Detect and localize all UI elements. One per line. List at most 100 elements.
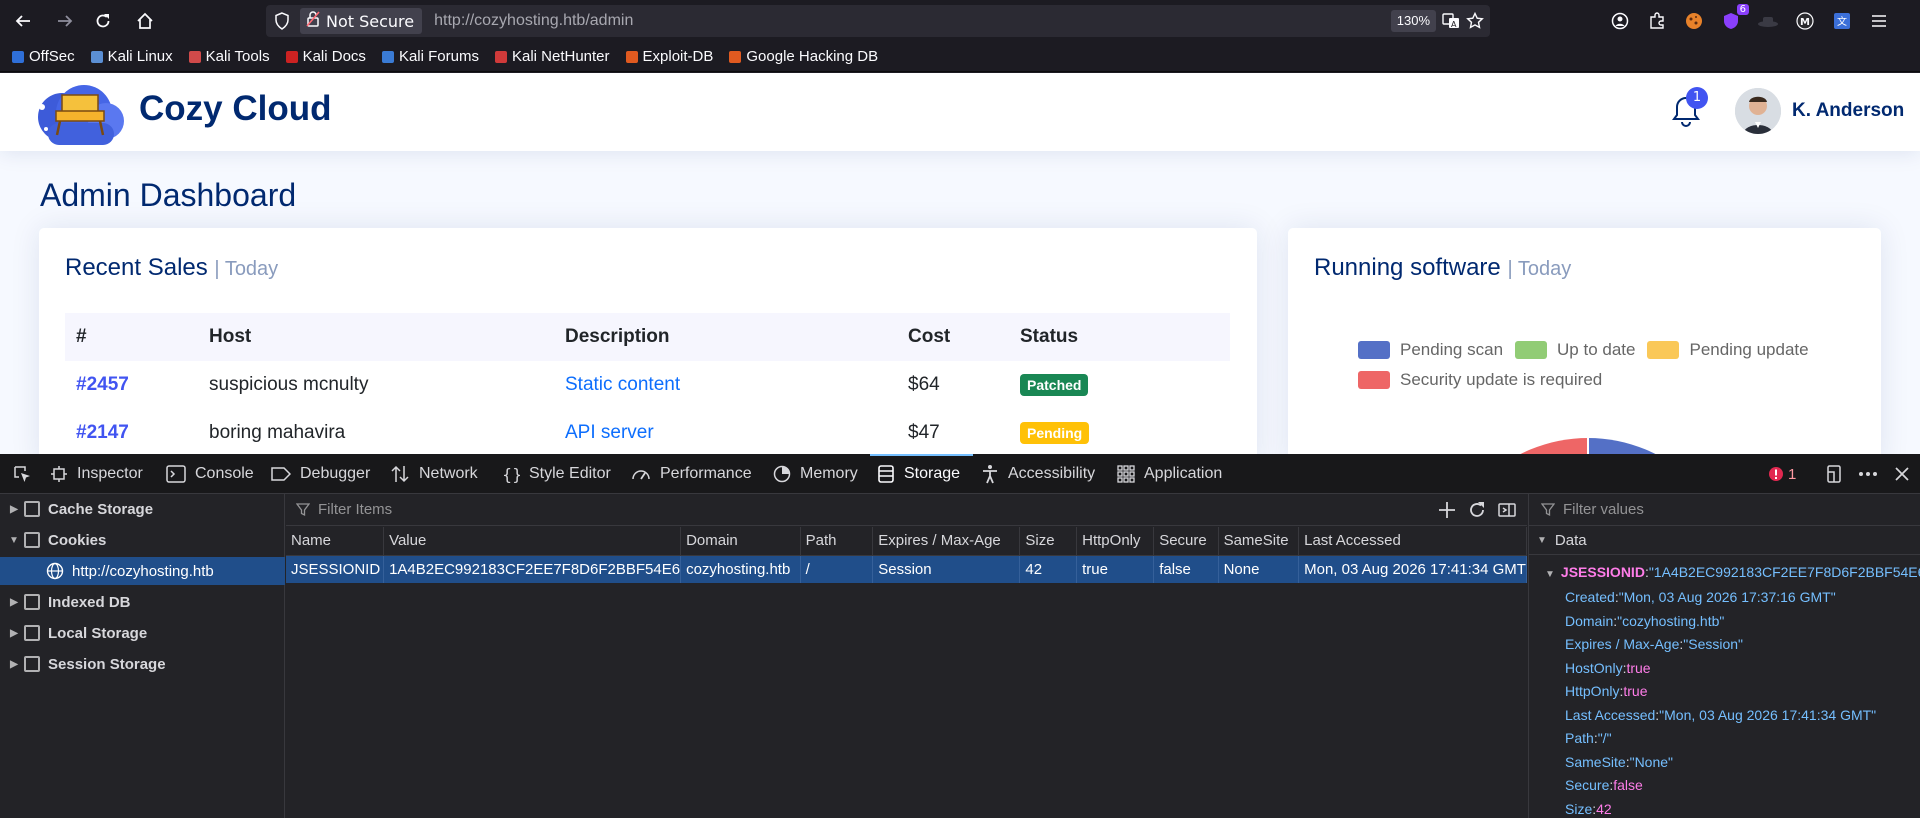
storage-tree-item[interactable]: ▶ Indexed DB [0, 588, 285, 616]
refresh-icon[interactable] [1467, 500, 1487, 524]
storage-tree-item[interactable]: http://cozyhosting.htb [0, 557, 285, 585]
home-icon[interactable] [130, 6, 160, 36]
legend-item[interactable]: Pending update [1647, 340, 1809, 360]
close-devtools-icon[interactable] [1895, 454, 1909, 494]
tab-application[interactable]: Application [1117, 454, 1222, 494]
cookie-cell[interactable]: Mon, 03 Aug 2026 17:41:34 GMT [1298, 555, 1527, 583]
legend-item[interactable]: Up to date [1515, 340, 1635, 360]
bookmark-item[interactable]: Kali Tools [188, 48, 270, 65]
tab-accessibility[interactable]: Accessibility [981, 454, 1095, 494]
element-picker-icon[interactable] [12, 454, 32, 494]
more-options-icon[interactable] [1858, 454, 1878, 494]
order-id-link[interactable]: #2147 [76, 422, 129, 443]
user-name[interactable]: K. Anderson [1792, 100, 1904, 122]
extensions-puzzle-icon[interactable] [1645, 6, 1669, 36]
bookmark-item[interactable]: Kali Linux [90, 48, 173, 65]
forward-icon[interactable] [50, 6, 80, 36]
translate-extension-icon[interactable]: 文 [1830, 6, 1854, 36]
cookie-cell[interactable]: / [800, 555, 874, 583]
pie-slice-pending-scan[interactable] [1588, 438, 1738, 454]
hat-extension-icon[interactable] [1756, 6, 1780, 36]
error-counter[interactable]: 1 [1768, 454, 1796, 494]
cookie-property[interactable]: Domain:"cozyhosting.htb" [1565, 613, 1724, 629]
url-text[interactable]: http://cozyhosting.htb/admin [434, 12, 633, 30]
description-link[interactable]: API server [565, 422, 654, 443]
order-id-link[interactable]: #2457 [76, 374, 129, 395]
cookie-cell[interactable]: false [1153, 555, 1219, 583]
table-row[interactable]: JSESSIONID 1A4B2EC992183CF2EE7F8D6F2BBF54… [286, 555, 1527, 583]
tab-style-editor[interactable]: {} Style Editor [502, 454, 611, 494]
bookmark-item[interactable]: Kali Docs [285, 48, 366, 65]
back-icon[interactable] [8, 6, 38, 36]
tab-inspector[interactable]: Inspector [50, 454, 143, 494]
column-header[interactable]: Secure [1153, 527, 1219, 556]
filter-values-input[interactable]: Filter values [1529, 494, 1920, 526]
tab-storage[interactable]: Storage [877, 454, 960, 494]
bookmark-star-icon[interactable] [1466, 11, 1484, 34]
expand-arrow-icon[interactable]: ▼ [4, 535, 24, 546]
column-header[interactable]: Domain [680, 527, 801, 556]
cookie-property[interactable]: Size:42 [1565, 801, 1612, 817]
reload-icon[interactable] [88, 6, 118, 36]
tab-performance[interactable]: Performance [631, 454, 752, 494]
bookmark-item[interactable]: Exploit-DB [625, 48, 713, 65]
cookie-property[interactable]: Secure:false [1565, 777, 1643, 793]
bookmark-item[interactable]: Kali Forums [381, 48, 479, 65]
toggle-sidebar-icon[interactable] [1497, 500, 1517, 524]
m-extension-icon[interactable]: M [1793, 6, 1817, 36]
cookie-property[interactable]: HttpOnly:true [1565, 683, 1647, 699]
url-bar[interactable]: Not Secure http://cozyhosting.htb/admin … [266, 5, 1490, 37]
bookmark-item[interactable]: OffSec [12, 48, 75, 65]
data-section-header[interactable]: ▼ Data [1529, 527, 1920, 555]
cookie-property[interactable]: Created:"Mon, 03 Aug 2026 17:37:16 GMT" [1565, 589, 1836, 605]
cozy-cloud-logo[interactable] [34, 77, 126, 149]
collapse-arrow-icon[interactable]: ▶ [4, 597, 24, 608]
column-header[interactable]: Expires / Max-Age [872, 527, 1021, 556]
account-icon[interactable] [1608, 6, 1632, 36]
storage-tree-item[interactable]: ▶ Session Storage [0, 650, 285, 678]
legend-item[interactable]: Security update is required [1358, 370, 1602, 390]
description-link[interactable]: Static content [565, 374, 680, 395]
column-header[interactable]: Path [800, 527, 874, 556]
column-header[interactable]: Name [286, 527, 385, 556]
add-item-icon[interactable] [1437, 500, 1457, 524]
filter-items-input[interactable]: Filter Items [286, 494, 1527, 526]
not-secure-indicator[interactable]: Not Secure [300, 8, 423, 34]
column-header[interactable]: Last Accessed [1298, 527, 1527, 556]
storage-tree-item[interactable]: ▶ Cache Storage [0, 495, 285, 523]
tab-debugger[interactable]: Debugger [271, 454, 370, 494]
responsive-design-icon[interactable] [1825, 454, 1843, 494]
zoom-level[interactable]: 130% [1390, 10, 1436, 32]
cookie-cell[interactable]: Session [872, 555, 1021, 583]
cookie-property[interactable]: Expires / Max-Age:"Session" [1565, 636, 1743, 652]
legend-item[interactable]: Pending scan [1358, 340, 1503, 360]
cookie-property[interactable]: Last Accessed:"Mon, 03 Aug 2026 17:41:34… [1565, 707, 1876, 723]
pie-slice-security-update[interactable] [1438, 438, 1588, 454]
column-header[interactable]: SameSite [1218, 527, 1300, 556]
cookie-cell[interactable]: true [1076, 555, 1155, 583]
column-header[interactable]: Value [383, 527, 682, 556]
data-root-node[interactable]: ▼ JSESSIONID:"1A4B2EC992183CF2EE7F8D6F2BB… [1545, 564, 1920, 580]
column-header[interactable]: HttpOnly [1076, 527, 1155, 556]
cookie-property[interactable]: SameSite:"None" [1565, 754, 1673, 770]
cookie-cell[interactable]: None [1218, 555, 1300, 583]
cookie-extension-icon[interactable] [1682, 6, 1706, 36]
avatar[interactable] [1735, 88, 1781, 134]
tab-console[interactable]: Console [166, 454, 254, 494]
collapse-arrow-icon[interactable]: ▶ [4, 659, 24, 670]
collapse-arrow-icon[interactable]: ▶ [4, 628, 24, 639]
storage-tree-item[interactable]: ▼ Cookies [0, 526, 285, 554]
cookie-property[interactable]: Path:"/" [1565, 730, 1612, 746]
tab-memory[interactable]: Memory [773, 454, 858, 494]
menu-hamburger-icon[interactable] [1867, 6, 1891, 36]
bookmark-item[interactable]: Kali NetHunter [494, 48, 610, 65]
column-header[interactable]: Size [1019, 527, 1078, 556]
collapse-arrow-icon[interactable]: ▶ [4, 504, 24, 515]
shield-icon[interactable] [274, 12, 290, 34]
translate-icon[interactable]: A [1442, 12, 1460, 34]
storage-tree-item[interactable]: ▶ Local Storage [0, 619, 285, 647]
tab-network[interactable]: Network [390, 454, 478, 494]
cookie-cell[interactable]: 1A4B2EC992183CF2EE7F8D6F2BBF54E6 [383, 555, 682, 583]
cookie-property[interactable]: HostOnly:true [1565, 660, 1651, 676]
cookie-cell[interactable]: cozyhosting.htb [680, 555, 801, 583]
